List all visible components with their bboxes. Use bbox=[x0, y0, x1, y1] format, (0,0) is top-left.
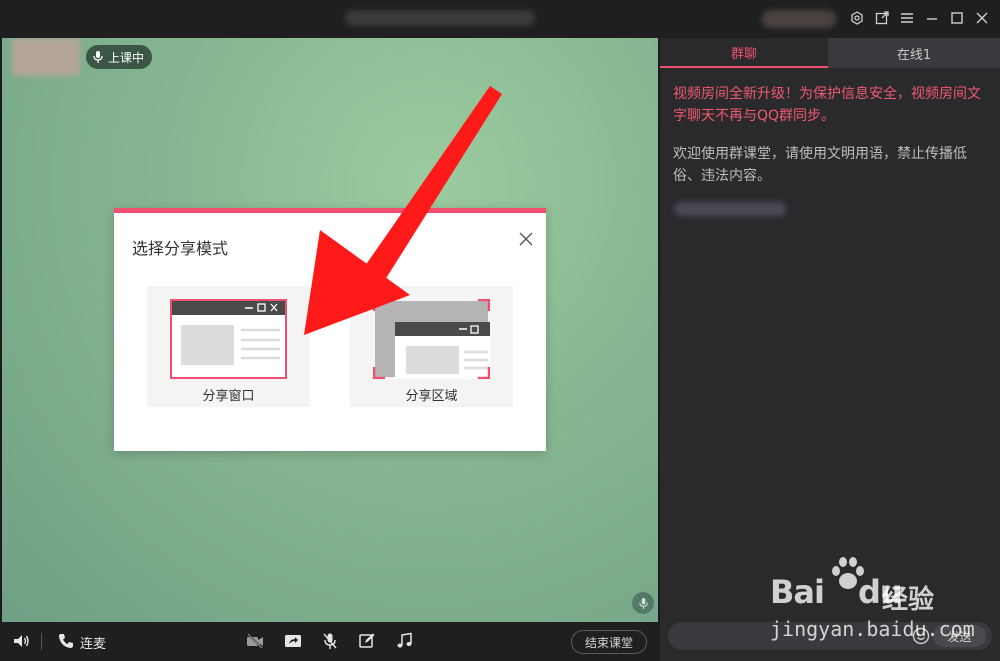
tab-group-chat[interactable]: 群聊 bbox=[660, 38, 828, 68]
class-status-label: 上课中 bbox=[108, 50, 145, 65]
share-window-option[interactable]: 分享窗口 bbox=[147, 286, 310, 407]
tab-online[interactable]: 在线1 bbox=[828, 38, 1000, 68]
minimize-icon[interactable] bbox=[924, 9, 940, 27]
welcome-message: 欢迎使用群课堂，请使用文明用语，禁止传播低俗、违法内容。 bbox=[673, 146, 967, 184]
close-icon[interactable] bbox=[974, 9, 990, 27]
menu-icon[interactable] bbox=[899, 9, 915, 27]
toolbar-divider bbox=[41, 633, 42, 650]
share-region-label: 分享区域 bbox=[405, 389, 458, 404]
settings-icon[interactable] bbox=[849, 9, 865, 27]
share-mode-dialog: 选择分享模式 分享窗口 分享区域 bbox=[114, 208, 546, 451]
window-controls bbox=[849, 9, 990, 27]
dialog-title: 选择分享模式 bbox=[132, 239, 229, 258]
stage-mic-icon[interactable] bbox=[632, 592, 654, 614]
connect-mic-button[interactable]: 连麦 bbox=[80, 633, 106, 652]
dialog-close-icon[interactable] bbox=[518, 231, 534, 247]
share-region-option[interactable]: 分享区域 bbox=[350, 286, 513, 407]
class-status-badge: 上课中 bbox=[86, 45, 153, 69]
emoji-icon[interactable] bbox=[912, 627, 930, 645]
popout-icon[interactable] bbox=[874, 9, 890, 27]
edit-icon[interactable] bbox=[358, 632, 376, 650]
user-avatar-blurred[interactable] bbox=[762, 10, 836, 28]
window-share-icon bbox=[170, 299, 287, 379]
chat-panel: 群聊 在线1 视频房间全新升级！为保护信息安全，视频房间文字聊天不再与QQ群同步… bbox=[660, 38, 1000, 661]
chat-tabs: 群聊 在线1 bbox=[660, 38, 1000, 68]
microphone-icon bbox=[93, 51, 103, 63]
share-window-label: 分享窗口 bbox=[202, 389, 255, 404]
camera-off-icon[interactable] bbox=[246, 632, 264, 650]
end-class-button[interactable]: 结束课堂 bbox=[571, 630, 647, 654]
chat-message-blurred bbox=[674, 202, 786, 216]
microphone-mute-icon[interactable] bbox=[321, 632, 339, 650]
screen-share-icon[interactable] bbox=[284, 632, 302, 650]
window-title-blurred bbox=[345, 10, 535, 26]
phone-icon[interactable] bbox=[57, 632, 75, 650]
bottom-toolbar: 连麦 结束课堂 bbox=[0, 622, 660, 661]
camera-thumbnail[interactable] bbox=[12, 38, 80, 76]
region-share-icon bbox=[373, 299, 490, 379]
send-button[interactable]: 发送 bbox=[933, 625, 986, 647]
music-icon[interactable] bbox=[395, 632, 413, 650]
system-notice: 视频房间全新升级！为保护信息安全，视频房间文字聊天不再与QQ群同步。 bbox=[673, 86, 981, 124]
maximize-icon[interactable] bbox=[949, 9, 965, 27]
speaker-icon[interactable] bbox=[12, 632, 30, 650]
title-bar bbox=[0, 0, 1000, 38]
